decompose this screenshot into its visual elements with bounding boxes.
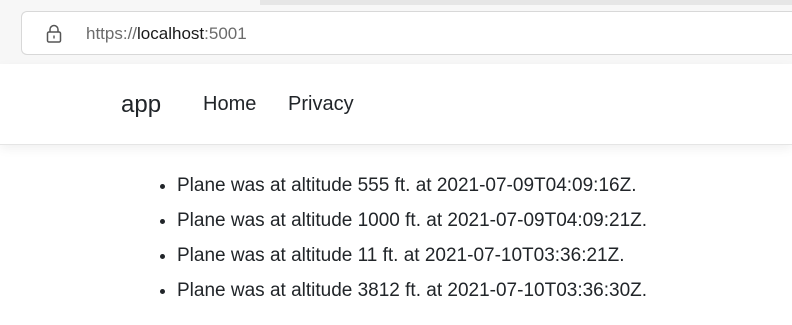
main-content: Plane was at altitude 555 ft. at 2021-07…	[0, 168, 792, 308]
url-scheme: https://	[86, 24, 138, 43]
nav-link-privacy[interactable]: Privacy	[288, 91, 354, 117]
nav-link-home[interactable]: Home	[203, 91, 256, 117]
brand-link[interactable]: app	[121, 90, 161, 120]
url-text[interactable]: https://localhost:5001	[86, 23, 247, 45]
browser-chrome: https://localhost:5001	[0, 0, 792, 64]
list-item: Plane was at altitude 555 ft. at 2021-07…	[177, 168, 792, 203]
list-item: Plane was at altitude 1000 ft. at 2021-0…	[177, 203, 792, 238]
altitude-list: Plane was at altitude 555 ft. at 2021-07…	[0, 168, 792, 308]
address-bar[interactable]: https://localhost:5001	[21, 11, 792, 55]
url-host: localhost	[137, 24, 205, 43]
list-item: Plane was at altitude 11 ft. at 2021-07-…	[177, 238, 792, 273]
lock-icon[interactable]	[45, 24, 63, 44]
list-item: Plane was at altitude 3812 ft. at 2021-0…	[177, 273, 792, 308]
tab-strip-edge	[260, 0, 792, 5]
url-port: :5001	[204, 24, 247, 43]
navbar: app Home Privacy	[0, 64, 792, 145]
